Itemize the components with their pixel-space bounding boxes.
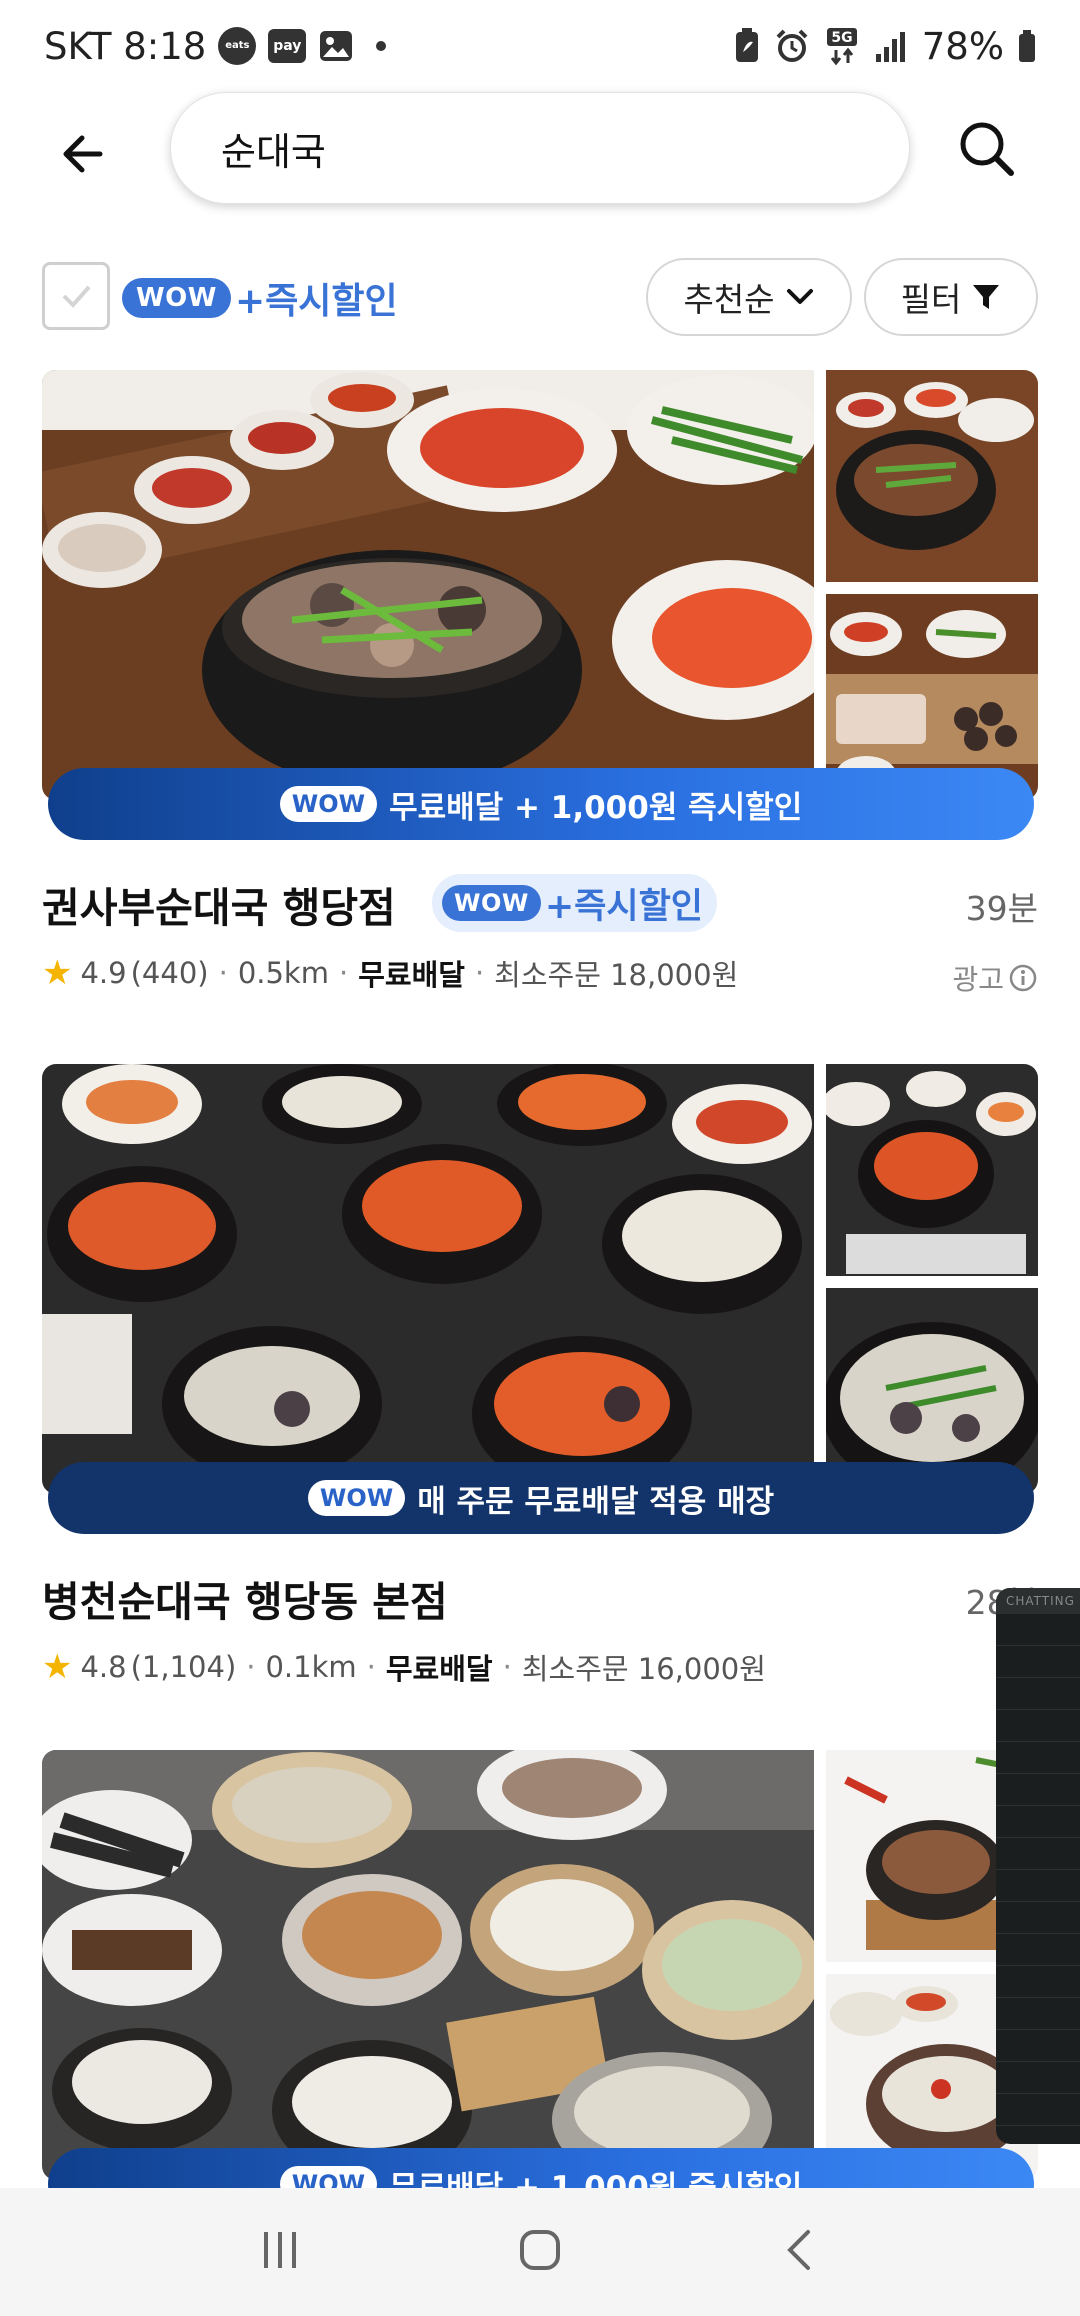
chat-floating-window[interactable]: CHATTING: [996, 1588, 1080, 2144]
ad-text: 광고: [952, 963, 1004, 996]
distance: 0.1km: [265, 1650, 357, 1684]
search-header: 순대국: [0, 92, 1080, 212]
wow-discount-label[interactable]: WOW +즉시할인: [122, 272, 398, 324]
check-icon: [62, 285, 91, 308]
promo-banner: WOW 무료배달 + 1,000원 즉시할인: [48, 768, 1034, 840]
alarm-icon: [774, 28, 810, 64]
coupang-eats-icon: eats: [218, 27, 257, 65]
wow-badge: WOW: [122, 277, 231, 319]
back-button[interactable]: [56, 126, 112, 182]
carrier-time: SKT 8:18: [44, 24, 207, 68]
store-side-photo: [826, 1064, 1038, 1276]
5g-data-icon: 5G: [824, 26, 860, 66]
search-input[interactable]: 순대국: [170, 92, 910, 204]
store-card[interactable]: WOW 무료배달 + 1,000원 즉시할인 권사부순대국 행당점 WOW +즉…: [42, 370, 1038, 1010]
banner-wow-badge: WOW: [307, 1480, 406, 1516]
delivery-time: 39분: [965, 889, 1038, 928]
back-nav-button[interactable]: [778, 2228, 822, 2276]
chevron-left-icon: [787, 2230, 810, 2270]
promo-banner: WOW 매 주문 무료배달 적용 매장: [48, 1462, 1034, 1534]
pay-icon: pay: [268, 29, 307, 63]
wow-discount-text: +즉시할인: [234, 281, 398, 322]
search-icon: [960, 122, 1014, 176]
rating: 4.8: [80, 1650, 127, 1684]
battery-icon: [1018, 30, 1036, 62]
search-button[interactable]: [956, 118, 1018, 180]
store-main-photo: [42, 1064, 814, 1494]
review-count: (440): [130, 956, 209, 990]
filter-button[interactable]: 필터: [864, 258, 1038, 336]
store-side-photo: [826, 370, 1038, 582]
delivery-fee: 무료배달: [358, 958, 465, 992]
battery-saver-icon: [734, 28, 760, 64]
system-nav-bar: [0, 2188, 1080, 2316]
ad-label[interactable]: 광고: [952, 958, 1038, 998]
store-image-gallery[interactable]: [42, 370, 1038, 800]
store-image-gallery[interactable]: [42, 1064, 1038, 1494]
store-meta: ★ 4.8 (1,104) · 0.1km · 무료배달 · 최소주문 16,0…: [42, 1647, 766, 1687]
rating: 4.9: [80, 956, 127, 990]
wow-discount-text: +즉시할인: [544, 886, 703, 927]
store-main-photo: [42, 370, 814, 800]
banner-wow-badge: WOW: [279, 2166, 378, 2190]
store-wow-badge: WOW +즉시할인: [432, 874, 717, 932]
star-icon: ★: [42, 953, 73, 993]
recent-apps-button[interactable]: [258, 2228, 302, 2276]
delivery-fee: 무료배달: [385, 1652, 493, 1686]
wow-badge: WOW: [442, 884, 541, 922]
wow-discount-checkbox[interactable]: [42, 262, 110, 330]
sort-dropdown[interactable]: 추천순: [646, 258, 852, 336]
sort-label: 추천순: [683, 280, 775, 319]
min-order: 최소주문 16,000원: [521, 1652, 766, 1686]
filter-row: WOW +즉시할인 추천순 필터: [0, 258, 1080, 336]
gallery-icon: [318, 29, 354, 63]
star-icon: ★: [42, 1647, 73, 1687]
distance: 0.5km: [237, 956, 329, 990]
promo-banner: WOW 무료배달 + 1,000원 즉시할인: [48, 2148, 1034, 2190]
filter-label: 필터: [900, 280, 962, 319]
svg-text:5G: 5G: [831, 30, 852, 46]
min-order: 최소주문 18,000원: [494, 958, 739, 992]
recent-apps-icon: [264, 2232, 296, 2268]
banner-text: 무료배달 + 1,000원 즉시할인: [389, 789, 803, 826]
home-icon: [520, 2230, 560, 2270]
home-button[interactable]: [518, 2228, 562, 2276]
info-icon: [1009, 964, 1037, 992]
notification-dot-icon: [376, 41, 387, 51]
store-card[interactable]: WOW 매 주문 무료배달 적용 매장 병천순대국 행당동 본점 28분 ★ 4…: [42, 1064, 1038, 1704]
store-meta: ★ 4.9 (440) · 0.5km · 무료배달 · 최소주문 18,000…: [42, 953, 739, 993]
banner-text: 매 주문 무료배달 적용 매장: [417, 1483, 775, 1520]
funnel-icon: [973, 285, 1000, 309]
store-name: 권사부순대국 행당점: [42, 884, 396, 932]
status-bar: SKT 8:18 eats pay 5G 78%: [0, 0, 1080, 92]
store-card[interactable]: WOW 무료배달 + 1,000원 즉시할인: [42, 1750, 1038, 2190]
store-image-gallery[interactable]: [42, 1750, 1038, 2180]
banner-text: 무료배달 + 1,000원 즉시할인: [389, 2169, 803, 2191]
signal-icon: [874, 30, 908, 62]
review-count: (1,104): [130, 1650, 237, 1684]
store-main-photo: [42, 1750, 814, 2180]
search-query: 순대국: [221, 129, 326, 174]
arrow-left-icon: [63, 135, 103, 173]
chevron-down-icon: [786, 289, 813, 304]
battery-percent: 78%: [921, 24, 1004, 68]
banner-wow-badge: WOW: [279, 786, 378, 822]
store-name: 병천순대국 행당동 본점: [42, 1578, 448, 1626]
chat-header: CHATTING: [996, 1588, 1080, 1614]
